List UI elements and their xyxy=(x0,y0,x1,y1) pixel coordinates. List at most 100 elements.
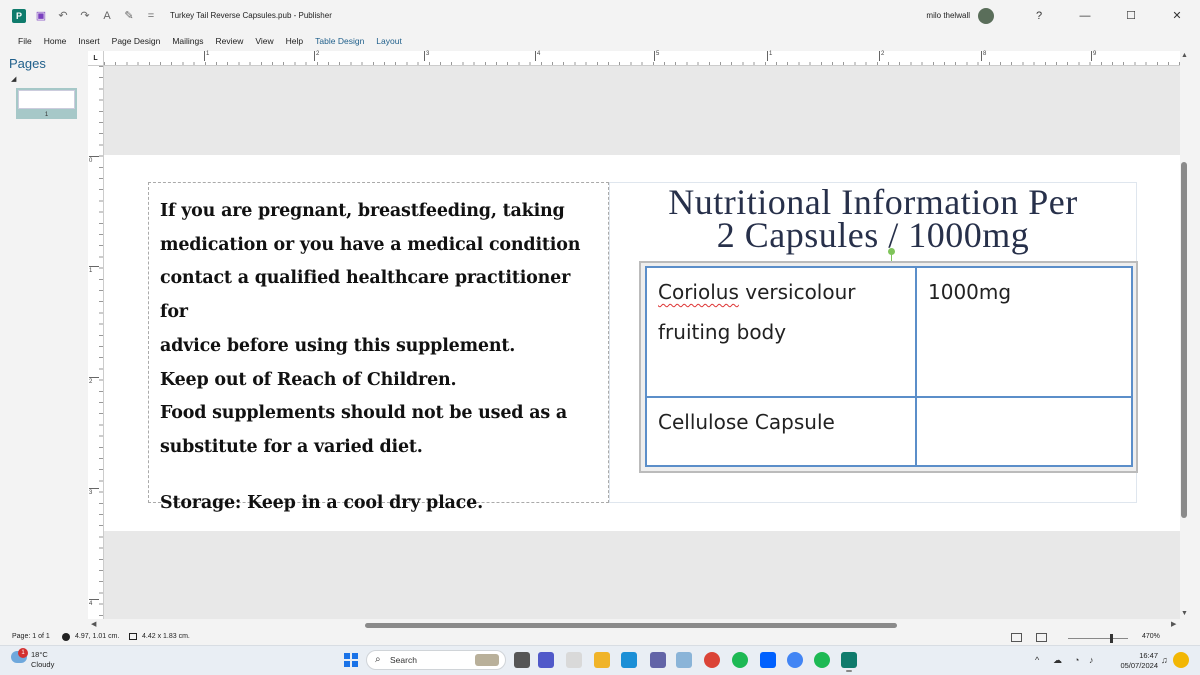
tab-home[interactable]: Home xyxy=(38,36,73,46)
chrome-profile-icon[interactable] xyxy=(787,652,803,668)
single-page-view-icon[interactable] xyxy=(1011,633,1022,642)
save-icon[interactable]: ▣ xyxy=(34,9,48,23)
two-page-view-icon[interactable] xyxy=(1036,633,1047,642)
table-selection-frame[interactable]: Coriolus versicolour fruiting body 1000m… xyxy=(639,261,1138,473)
wifi-icon[interactable]: ◔ xyxy=(1074,655,1079,665)
minimize-button[interactable]: — xyxy=(1062,0,1108,31)
tab-mailings[interactable]: Mailings xyxy=(166,36,209,46)
redo-icon[interactable]: ↷ xyxy=(78,9,92,23)
store-icon[interactable] xyxy=(566,652,582,668)
zoom-slider[interactable] xyxy=(1068,638,1128,639)
clock-time[interactable]: 16:47 xyxy=(1128,651,1158,660)
document-canvas: If you are pregnant, breastfeeding, taki… xyxy=(104,66,1180,619)
tab-view[interactable]: View xyxy=(249,36,279,46)
file-explorer-icon[interactable] xyxy=(594,652,610,668)
teams-chat-icon[interactable] xyxy=(650,652,666,668)
tab-table-design[interactable]: Table Design xyxy=(309,36,370,46)
pen-icon[interactable]: ✎ xyxy=(122,9,136,23)
publisher-app-icon: P xyxy=(12,8,26,23)
notification-bell-icon[interactable]: ♫ xyxy=(1161,655,1168,665)
page-indicator[interactable]: Page: 1 of 1 xyxy=(12,633,50,640)
ruler-tab-selector[interactable]: L xyxy=(88,51,104,66)
collapse-caret-icon[interactable]: ◢ xyxy=(11,75,16,83)
search-highlight-icon xyxy=(475,654,499,666)
cell-text: versicolour xyxy=(738,280,856,304)
format-painter-icon[interactable]: A xyxy=(100,9,114,23)
ruler-tick: 3 xyxy=(89,488,99,496)
horizontal-ruler[interactable]: 1 2 3 4 5 1 2 8 9 xyxy=(104,51,1180,66)
ruler-tick: 4 xyxy=(535,51,540,61)
user-name[interactable]: milo thelwall xyxy=(926,11,970,20)
ruler-tick: 3 xyxy=(424,51,429,61)
search-icon: ⌕ xyxy=(375,654,381,665)
cell-text: Cellulose Capsule xyxy=(658,409,835,434)
horizontal-scroll-thumb[interactable] xyxy=(365,623,897,628)
vertical-scroll-thumb[interactable] xyxy=(1181,162,1187,518)
table-cell[interactable]: Coriolus versicolour fruiting body xyxy=(645,266,917,398)
undo-icon[interactable]: ↶ xyxy=(56,9,70,23)
tab-layout[interactable]: Layout xyxy=(370,36,408,46)
tab-file[interactable]: File xyxy=(12,36,38,46)
title-bar: P ▣ ↶ ↷ A ✎ = Turkey Tail Reverse Capsul… xyxy=(0,0,1200,31)
maximize-button[interactable]: ☐ xyxy=(1108,0,1154,31)
table-row: Coriolus versicolour fruiting body 1000m… xyxy=(645,266,1133,398)
spotify-alt-icon[interactable] xyxy=(814,652,830,668)
search-placeholder: Search xyxy=(390,655,417,665)
chevron-up-icon[interactable]: ^ xyxy=(1035,655,1039,665)
ruler-tick: 9 xyxy=(1091,51,1096,61)
zoom-slider-knob[interactable] xyxy=(1110,634,1113,643)
publisher-taskbar-icon[interactable] xyxy=(841,652,857,668)
scroll-down-icon[interactable]: ▼ xyxy=(1181,610,1188,617)
help-button[interactable]: ? xyxy=(1016,0,1062,31)
customize-toolbar-icon[interactable]: = xyxy=(144,9,158,23)
page-thumbnail[interactable]: 1 xyxy=(16,88,77,119)
spotify-icon[interactable] xyxy=(732,652,748,668)
publication-page: If you are pregnant, breastfeeding, taki… xyxy=(104,155,1180,531)
ruler-tick: 2 xyxy=(879,51,884,61)
onedrive-icon[interactable]: ☁ xyxy=(1053,655,1062,666)
task-view-icon[interactable] xyxy=(514,652,530,668)
ruler-tick: 2 xyxy=(314,51,319,61)
tab-insert[interactable]: Insert xyxy=(72,36,105,46)
taskbar-search[interactable]: ⌕ Search xyxy=(366,650,506,670)
clock-date[interactable]: 05/07/2024 xyxy=(1109,661,1158,670)
chrome-icon[interactable] xyxy=(704,652,720,668)
zoom-level[interactable]: 470% xyxy=(1142,633,1160,640)
tab-review[interactable]: Review xyxy=(210,36,250,46)
vertical-ruler[interactable]: 0 1 2 3 4 xyxy=(88,66,104,619)
warning-text: If you are pregnant, breastfeeding, taki… xyxy=(160,201,581,457)
position-icon xyxy=(62,633,70,641)
avatar[interactable] xyxy=(978,7,994,24)
scroll-right-icon[interactable]: ▶ xyxy=(1171,620,1176,628)
cell-text: 1000mg xyxy=(928,280,1012,304)
start-button[interactable] xyxy=(344,653,358,667)
scroll-left-icon[interactable]: ◀ xyxy=(91,620,96,628)
mail-icon[interactable] xyxy=(621,652,637,668)
warning-text-box[interactable]: If you are pregnant, breastfeeding, taki… xyxy=(148,182,609,513)
table-cell[interactable] xyxy=(915,395,1133,468)
dropbox-icon[interactable] xyxy=(760,652,776,668)
ruler-tick: 1 xyxy=(204,51,209,61)
page-thumbnail-number: 1 xyxy=(44,112,49,118)
misspelled-word[interactable]: Coriolus xyxy=(658,280,739,304)
photos-icon[interactable] xyxy=(676,652,692,668)
tab-help[interactable]: Help xyxy=(280,36,309,46)
page-thumbnail-preview xyxy=(18,90,75,109)
table-cell[interactable]: Cellulose Capsule xyxy=(645,395,917,468)
size-icon xyxy=(129,633,137,640)
copilot-icon[interactable] xyxy=(1173,652,1189,668)
ruler-tick: 8 xyxy=(981,51,986,61)
ruler-tick: 1 xyxy=(89,266,99,274)
teams-icon[interactable] xyxy=(538,652,554,668)
ribbon-tabs: File Home Insert Page Design Mailings Re… xyxy=(0,31,1200,51)
table-cell[interactable]: 1000mg xyxy=(915,266,1133,398)
ruler-tick: 4 xyxy=(89,599,99,607)
volume-icon[interactable]: ♪ xyxy=(1089,655,1094,665)
tab-page-design[interactable]: Page Design xyxy=(106,36,167,46)
nutrition-table[interactable]: Coriolus versicolour fruiting body 1000m… xyxy=(645,266,1133,468)
close-button[interactable]: ✕ xyxy=(1154,0,1200,31)
nutrition-title[interactable]: Nutritional Information Per 2 Capsules /… xyxy=(609,184,1137,253)
weather-description[interactable]: Cloudy xyxy=(31,660,54,669)
weather-temperature[interactable]: 18°C xyxy=(31,650,48,659)
scroll-up-icon[interactable]: ▲ xyxy=(1181,52,1188,59)
